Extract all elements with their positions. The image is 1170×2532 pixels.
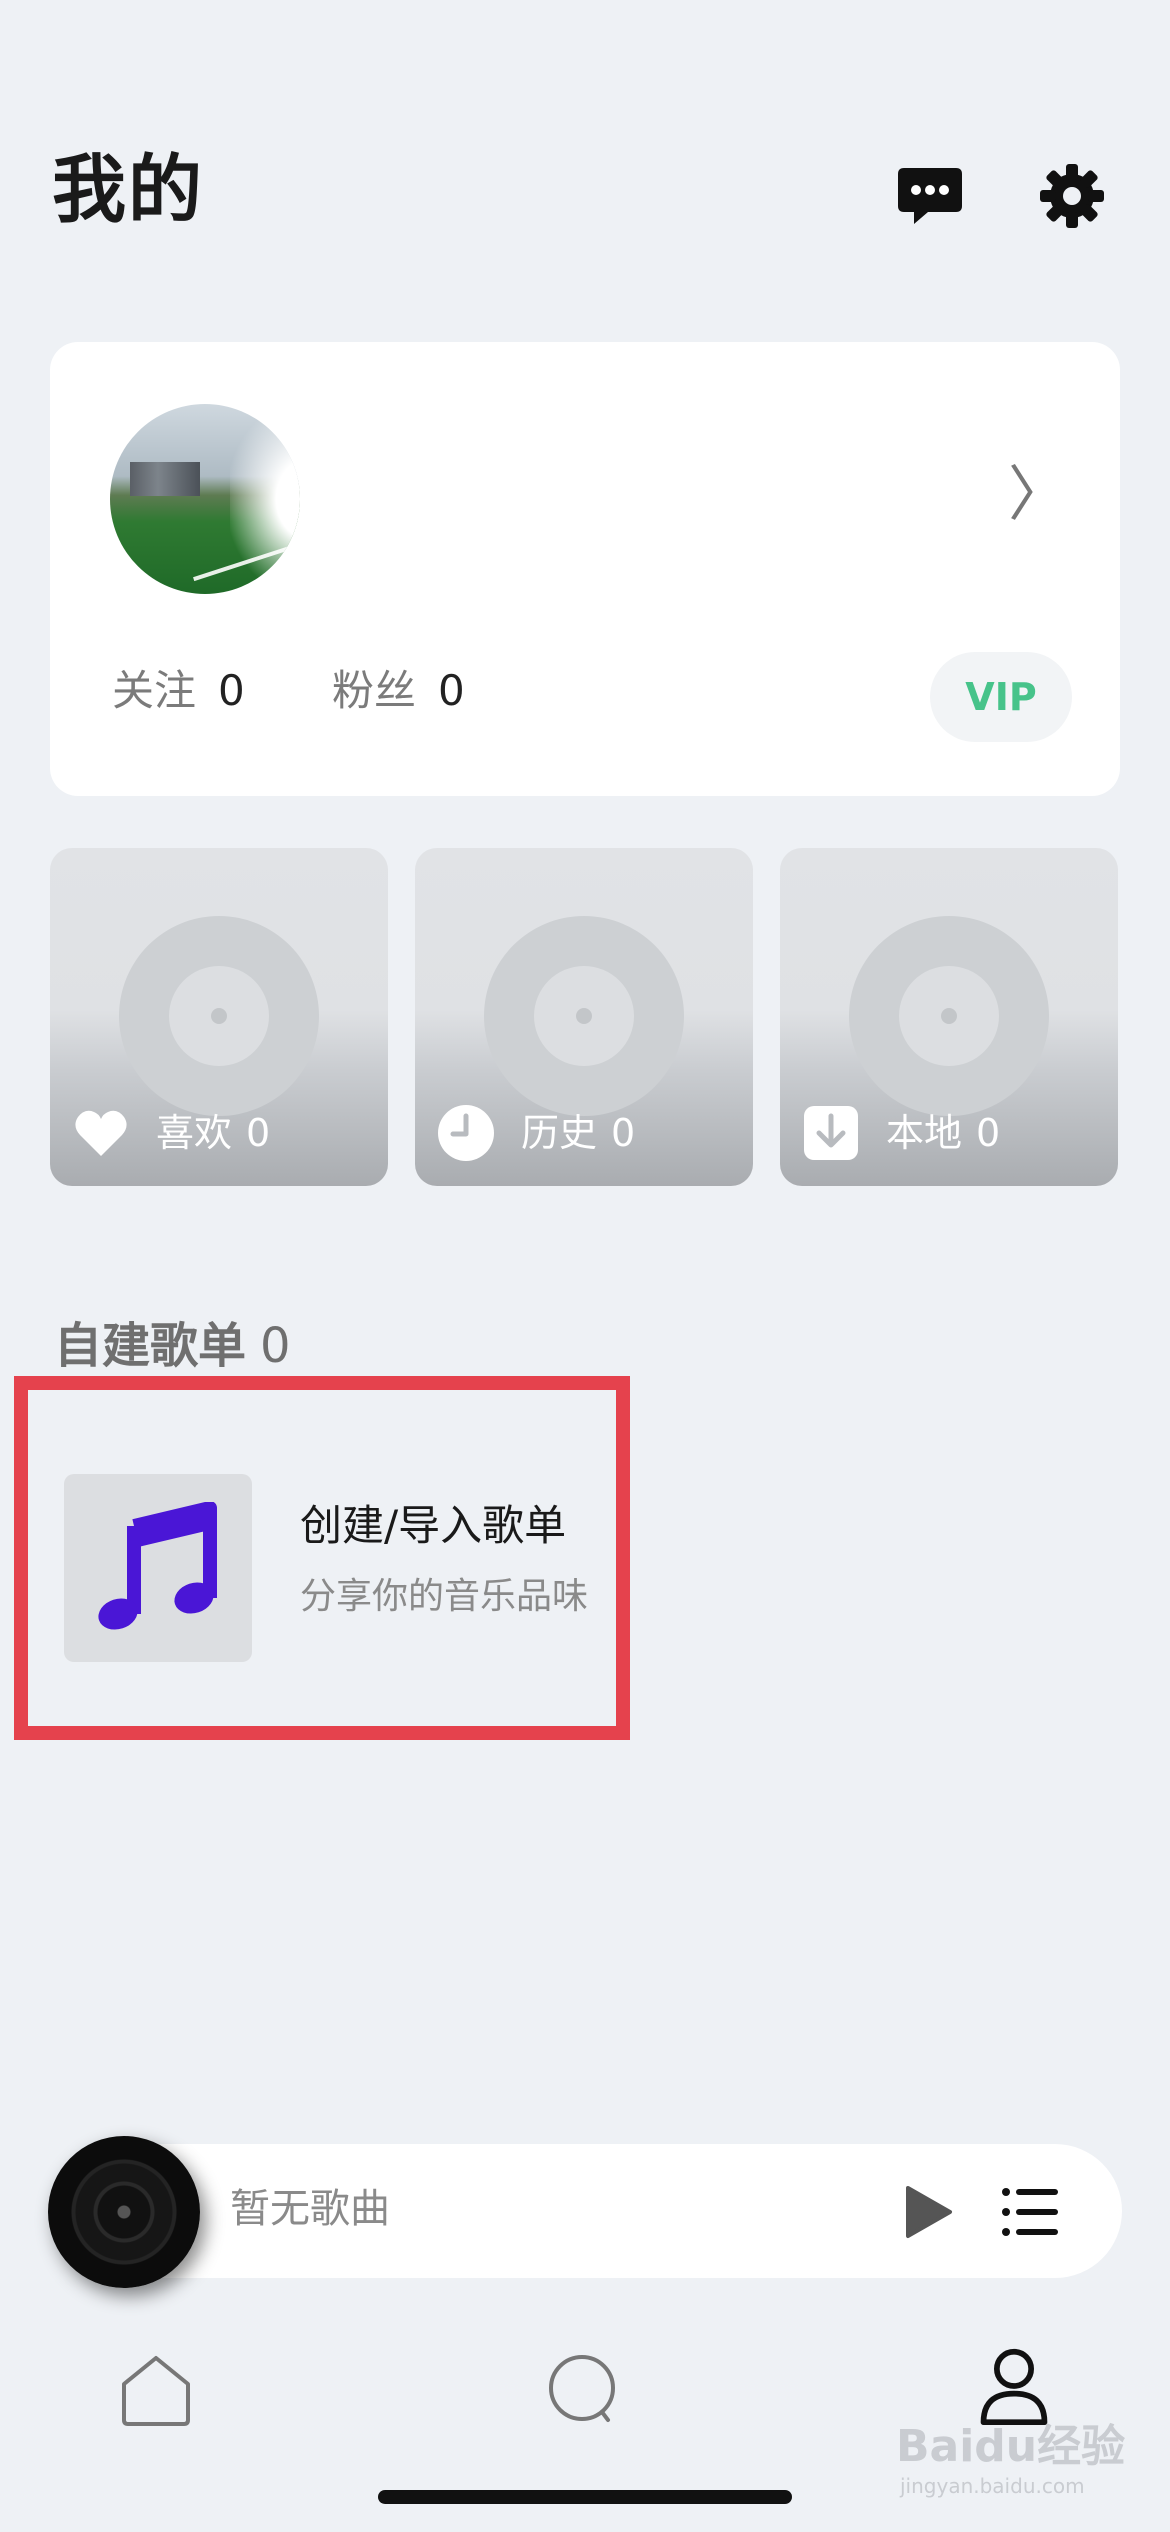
tile-local[interactable]: 本地 0 bbox=[780, 848, 1118, 1186]
queue-button[interactable] bbox=[1000, 2184, 1060, 2240]
watermark-url: jingyan.baidu.com bbox=[900, 2474, 1085, 2498]
chevron-right-icon[interactable]: 〉 bbox=[1008, 460, 1068, 530]
following-count: 0 bbox=[218, 666, 245, 715]
playlist-thumbnail bbox=[64, 1474, 252, 1662]
page-title: 我的 bbox=[52, 147, 204, 233]
vip-button[interactable]: VIP bbox=[930, 652, 1072, 742]
chat-bubble-icon bbox=[898, 168, 962, 224]
search-icon bbox=[549, 2355, 615, 2422]
clock-icon bbox=[437, 1104, 495, 1162]
section-title: 自建歌单 0 bbox=[54, 1318, 291, 1374]
profile-card[interactable]: 〉 关注 0 粉丝 0 VIP bbox=[50, 342, 1120, 796]
tile-history-label: 历史 0 bbox=[521, 1111, 636, 1155]
tab-search[interactable] bbox=[544, 2350, 624, 2430]
gear-icon bbox=[1040, 164, 1104, 228]
playlist-title: 创建/导入歌单 bbox=[300, 1501, 567, 1550]
disc-icon bbox=[119, 916, 319, 1116]
mini-player[interactable] bbox=[66, 2144, 1122, 2278]
tile-liked-label: 喜欢 0 bbox=[156, 1111, 271, 1155]
tile-liked[interactable]: 喜欢 0 bbox=[50, 848, 388, 1186]
fans-count: 0 bbox=[438, 666, 465, 715]
following-label: 关注 bbox=[112, 666, 197, 715]
home-indicator[interactable] bbox=[378, 2490, 792, 2504]
tab-mine[interactable] bbox=[974, 2346, 1054, 2426]
tile-history[interactable]: 历史 0 bbox=[415, 848, 753, 1186]
user-icon bbox=[980, 2348, 1048, 2426]
disc-icon bbox=[849, 916, 1049, 1116]
list-icon bbox=[1002, 2188, 1058, 2236]
messages-button[interactable] bbox=[894, 160, 966, 232]
download-icon bbox=[802, 1104, 860, 1162]
playlist-subtitle: 分享你的音乐品味 bbox=[300, 1576, 589, 1617]
now-playing-text: 暂无歌曲 bbox=[230, 2186, 390, 2232]
fans-stat[interactable]: 粉丝 0 bbox=[332, 666, 465, 716]
tab-home[interactable] bbox=[116, 2350, 196, 2430]
create-playlist-item[interactable]: 创建/导入歌单 分享你的音乐品味 bbox=[14, 1376, 630, 1740]
tile-local-label: 本地 0 bbox=[886, 1111, 1001, 1155]
watermark: Baidu经验 bbox=[896, 2421, 1126, 2472]
play-icon bbox=[906, 2186, 952, 2238]
home-icon bbox=[122, 2356, 190, 2426]
heart-icon bbox=[72, 1104, 130, 1162]
section-count: 0 bbox=[260, 1318, 291, 1374]
play-button[interactable] bbox=[898, 2182, 958, 2242]
avatar[interactable] bbox=[110, 404, 300, 594]
disc-icon bbox=[484, 916, 684, 1116]
fans-label: 粉丝 bbox=[332, 666, 417, 715]
music-note-icon bbox=[98, 1502, 217, 1630]
settings-button[interactable] bbox=[1036, 160, 1108, 232]
vinyl-record-icon[interactable] bbox=[48, 2136, 200, 2288]
following-stat[interactable]: 关注 0 bbox=[112, 666, 245, 716]
